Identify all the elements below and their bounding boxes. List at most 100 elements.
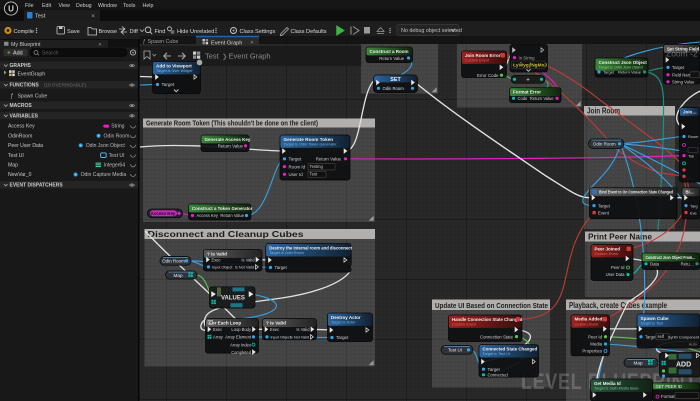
svg-text:Compile: Compile (14, 29, 35, 35)
svg-text:Event Graph: Event Graph (211, 40, 242, 46)
svg-text:Target: Target (488, 367, 501, 372)
svg-text:Add: Add (13, 50, 23, 56)
svg-text:Format: Format (661, 394, 675, 399)
svg-text:Destroy the internal room and: Destroy the internal room and disconnect (269, 245, 352, 250)
svg-text:Event Graph: Event Graph (229, 51, 271, 60)
svg-text:ƒ: ƒ (143, 39, 146, 45)
svg-text:Search: Search (42, 51, 59, 57)
svg-text:Eve: Eve (690, 210, 697, 215)
svg-text:Target is Test UI: Target is Test UI (483, 352, 511, 356)
svg-text:(18 OVERRIDABLE): (18 OVERRIDABLE) (44, 83, 87, 88)
svg-text:Custom Event: Custom Event (575, 322, 600, 326)
svg-text:User Data: User Data (606, 272, 626, 277)
svg-text:Peer Id: Peer Id (611, 265, 625, 270)
svg-text:Bi…: Bi… (686, 190, 694, 195)
svg-text:Exec: Exec (213, 327, 222, 332)
svg-text:EVENT DISPATCHERS: EVENT DISPATCHERS (10, 183, 64, 189)
svg-text:Custom Event: Custom Event (452, 323, 477, 327)
svg-text:File: File (25, 3, 34, 9)
svg-text:Access Key: Access Key (8, 124, 35, 130)
svg-text:GET PEER ID: GET PEER ID (656, 384, 682, 389)
svg-text:Integer64: Integer64 (104, 163, 126, 169)
svg-text:Construct Json Object: Construct Json Object (599, 60, 648, 65)
svg-text:Update UI Based on Connection: Update UI Based on Connection State (435, 301, 548, 310)
svg-text:? Is Valid: ? Is Valid (207, 251, 227, 256)
svg-text:Generate Room Token (This shou: Generate Room Token (This shouldn't be d… (146, 118, 318, 127)
svg-text:Exec: Exec (270, 327, 279, 332)
svg-text:Array Index: Array Index (230, 342, 251, 347)
svg-text:Print Peer Name: Print Peer Name (588, 232, 652, 241)
svg-text:SET: SET (390, 77, 401, 83)
svg-text:✕: ✕ (250, 40, 254, 45)
svg-text:Connected State Changed: Connected State Changed (483, 346, 538, 351)
svg-text:Retu…: Retu… (681, 262, 694, 267)
svg-text:Map: Map (173, 273, 183, 278)
svg-text:Connection State: Connection State (480, 334, 514, 339)
svg-text:Odin Capture Media: Odin Capture Media (81, 172, 127, 178)
svg-text:❯: ❯ (222, 52, 227, 60)
svg-text:EventGraph: EventGraph (18, 71, 46, 77)
svg-text:FUNCTIONS: FUNCTIONS (10, 83, 40, 89)
svg-text:Odin Room: Odin Room (593, 142, 616, 147)
svg-text:Bind Event to On Connection St: Bind Event to On Connection State Change… (599, 190, 673, 195)
svg-text:Connected: Connected (488, 372, 509, 377)
svg-text:Return Value: Return Value (530, 96, 554, 101)
svg-text:Target: Target (162, 82, 175, 87)
svg-text:In String: In String (519, 55, 536, 60)
svg-text:Test: Test (310, 172, 319, 177)
svg-text:Synth Component: Synth Component (668, 334, 700, 339)
svg-text:Target is Actor: Target is Actor (331, 321, 356, 325)
svg-text:Target is Test: Target is Test (641, 322, 664, 326)
svg-text:Target: Target (672, 65, 685, 70)
svg-text:Target: Target (603, 70, 615, 75)
svg-text:Zoom -2: Zoom -2 (666, 49, 698, 59)
svg-text:String: String (111, 124, 124, 130)
svg-text:Generate Access Key: Generate Access Key (205, 137, 251, 142)
svg-text:Peer Joined: Peer Joined (595, 246, 621, 251)
svg-text:Data: Data (650, 262, 660, 267)
svg-text:Odin Room: Odin Room (383, 86, 405, 91)
svg-text:Target is Odin Media Base: Target is Odin Media Base (594, 387, 639, 391)
svg-text:Add to Viewport: Add to Viewport (156, 63, 192, 68)
svg-text:Diff: Diff (130, 29, 139, 35)
svg-text:Auto: Auto (689, 341, 698, 346)
svg-text:Spawn Cube: Spawn Cube (148, 39, 179, 45)
svg-text:Destroy Actor: Destroy Actor (331, 315, 361, 320)
svg-text:Target: Target (275, 265, 288, 270)
svg-text:Custom Event: Custom Event (595, 252, 620, 256)
svg-text:Get Media Id: Get Media Id (594, 381, 621, 386)
svg-text:Event: Event (598, 210, 610, 215)
svg-text:Construct a Room: Construct a Room (370, 49, 409, 54)
svg-text:Handle Connection State Change: Handle Connection State Changed (452, 317, 523, 322)
svg-text:ADD: ADD (676, 362, 691, 369)
svg-text:Is Valid: Is Valid (241, 257, 255, 262)
svg-text:User Id: User Id (289, 172, 304, 177)
svg-text:Input Object: Input Object (212, 266, 233, 270)
svg-text:Access Key: Access Key (151, 211, 176, 216)
svg-text:Test UI: Test UI (8, 153, 24, 159)
svg-text:Join Room Error: Join Room Error (465, 53, 501, 58)
svg-text:Window: Window (98, 3, 117, 9)
svg-text:Debug: Debug (76, 3, 92, 9)
svg-text:Class Settings: Class Settings (240, 29, 276, 35)
svg-text:View: View (59, 3, 71, 9)
svg-text:Format Error: Format Error (513, 90, 541, 95)
svg-text:Input Object: Input Object (271, 336, 292, 340)
svg-text:Target: Target (645, 334, 657, 339)
svg-text:Exec: Exec (212, 257, 221, 262)
svg-text:Array Element: Array Element (225, 335, 252, 340)
svg-text:Is Not Valid: Is Not Valid (235, 266, 254, 270)
svg-text:String Value: String Value (672, 79, 695, 84)
svg-text:U: U (8, 4, 14, 13)
svg-text:Media: Media (590, 342, 602, 347)
svg-text:+: + (526, 78, 530, 84)
svg-text:Test: Test (205, 51, 220, 60)
svg-text:Edit: Edit (42, 3, 52, 9)
svg-text:Tools: Tools (123, 3, 136, 9)
svg-text:Target is Odin Token Generator: Target is Odin Token Generator (284, 143, 338, 147)
svg-text:Construct a Token Generator: Construct a Token Generator (192, 206, 253, 211)
svg-text:Target is User Widget: Target is User Widget (156, 69, 193, 73)
svg-text:Disconnect and Cleanup Cubes: Disconnect and Cleanup Cubes (148, 229, 304, 239)
svg-text:Map: Map (633, 361, 643, 366)
svg-text:Properties: Properties (582, 349, 602, 354)
